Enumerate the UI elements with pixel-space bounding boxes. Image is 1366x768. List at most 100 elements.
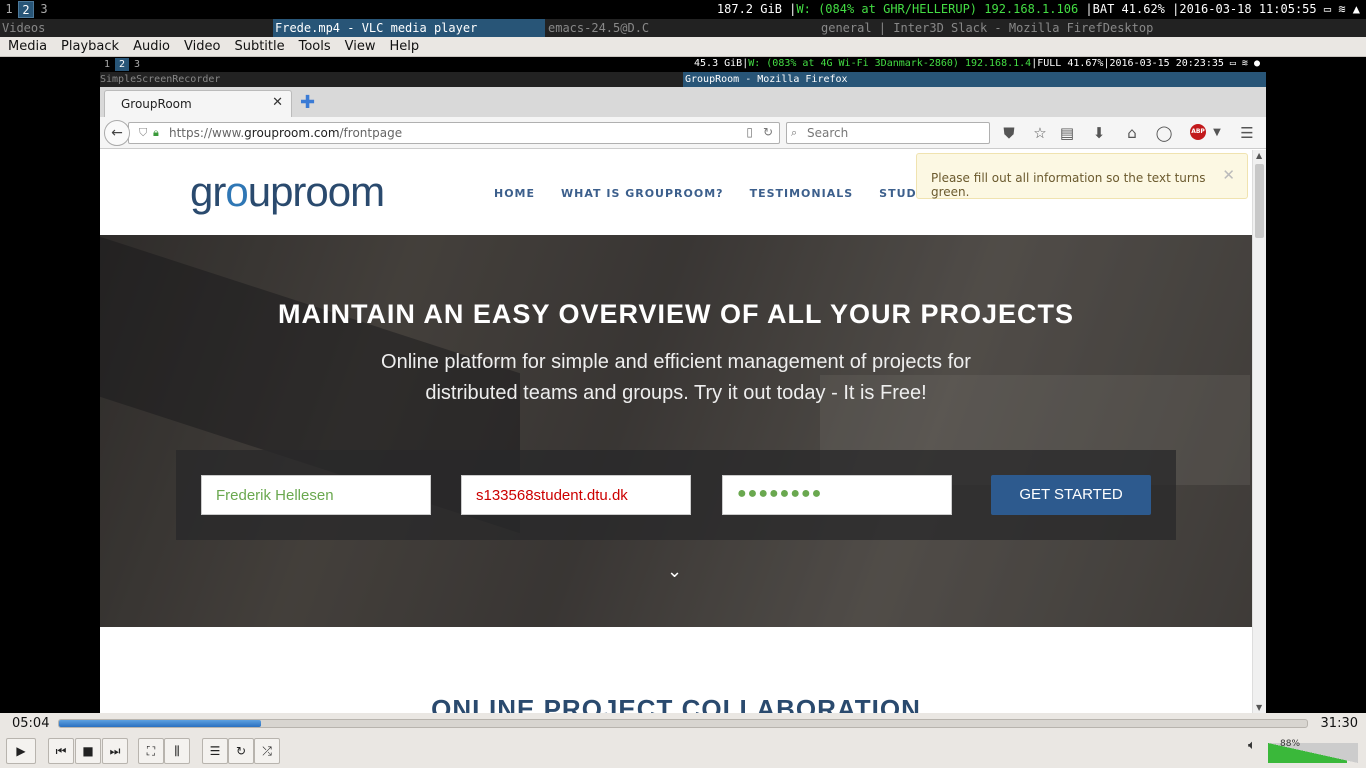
recorded-title-firefox: GroupRoom - Mozilla Firefox <box>683 72 1266 87</box>
title-slack[interactable]: general | Inter3D Slack - Mozilla FirefD… <box>819 19 1366 37</box>
nav-testimonials[interactable]: TESTIMONIALS <box>750 187 854 200</box>
password-field[interactable]: ●●●●●●●● <box>722 475 952 515</box>
tab-grouproom[interactable]: GroupRoom ✕ <box>104 90 292 117</box>
next-icon: ⏭ <box>109 744 121 758</box>
back-button[interactable]: ← <box>104 120 130 146</box>
back-arrow-icon: ← <box>111 125 123 141</box>
nav-toolbar: ⛉ 🔒︎ https://www.grouproom.com/frontpage… <box>100 117 1266 149</box>
system-bar: 1 2 3 187.2 GiB |W: (084% at GHR/HELLERU… <box>0 0 1366 19</box>
menu-help[interactable]: Help <box>382 37 426 56</box>
volume-percent: 88% <box>1280 739 1301 749</box>
menu-media[interactable]: Media <box>0 37 53 56</box>
status-wifi: W: (084% at GHR/HELLERUP) 192.168.1.106 <box>796 2 1079 16</box>
menu-audio[interactable]: Audio <box>125 37 176 56</box>
seek-bar-area: 05:04 31:30 <box>0 713 1366 735</box>
logo-part-3: uproom <box>247 168 385 215</box>
chat-icon[interactable]: ◯ <box>1155 124 1173 142</box>
total-time[interactable]: 31:30 <box>1321 716 1358 731</box>
recorded-status: 45.3 GiB|W: (083% at 4G Wi-Fi 3Danmark-2… <box>694 58 1260 69</box>
menu-tools[interactable]: Tools <box>291 37 337 56</box>
stop-button[interactable]: ■ <box>75 738 101 764</box>
window-titles: Videos Frede.mp4 - VLC media player emac… <box>0 19 1366 37</box>
url-bar[interactable]: ⛉ 🔒︎ https://www.grouproom.com/frontpage… <box>128 122 780 144</box>
speaker-icon[interactable]: 🔈︎ <box>1248 738 1256 753</box>
adblock-icon[interactable]: ABP <box>1190 124 1206 140</box>
reader-view-icon[interactable]: ▯ <box>746 125 753 139</box>
workspace-3[interactable]: 3 <box>36 1 52 18</box>
next-button[interactable]: ⏭ <box>102 738 128 764</box>
title-emacs[interactable]: emacs-24.5@D.C <box>546 19 818 37</box>
player-controls: ▶ ⏮ ■ ⏭ ⛶ ⫼ ☰ ↻ ⤮ 🔈︎ 88% <box>0 735 1366 768</box>
name-field[interactable]: Frederik Hellesen <box>201 475 431 515</box>
hero-section: MAINTAIN AN EASY OVERVIEW OF ALL YOUR PR… <box>100 235 1252 627</box>
recorded-system-bar: 1 2 3 45.3 GiB|W: (083% at 4G Wi-Fi 3Dan… <box>100 57 1266 72</box>
shuffle-button[interactable]: ⤮ <box>254 738 280 764</box>
url-domain: grouproom.com <box>244 126 340 140</box>
previous-icon: ⏮ <box>55 744 67 758</box>
menu-playback[interactable]: Playback <box>53 37 125 56</box>
menu-view[interactable]: View <box>337 37 382 56</box>
shuffle-icon: ⤮ <box>262 744 272 758</box>
close-tab-icon[interactable]: ✕ <box>272 95 283 110</box>
pocket-icon[interactable]: ⛊ <box>1000 124 1018 142</box>
recorded-workspace-3: 3 <box>133 59 141 70</box>
page-scrollbar[interactable]: ▲ ▼ <box>1252 150 1266 713</box>
title-vlc[interactable]: Frede.mp4 - VLC media player <box>273 19 545 37</box>
site-nav: HOMEWHAT IS GROUPROOM?TESTIMONIALSSTUDEN… <box>494 187 984 200</box>
search-icon: ⌕ <box>791 126 798 139</box>
reload-icon[interactable]: ↻ <box>763 125 773 139</box>
download-icon[interactable]: ⬇ <box>1090 124 1108 142</box>
fullscreen-icon: ⛶ <box>146 744 156 758</box>
loop-button[interactable]: ↻ <box>228 738 254 764</box>
logo-part-1: gr <box>190 168 226 215</box>
play-button[interactable]: ▶ <box>6 738 36 764</box>
scroll-up-icon[interactable]: ▲ <box>1256 151 1262 160</box>
extended-settings-button[interactable]: ⫼ <box>164 738 190 764</box>
scroll-down-icon[interactable]: ▼ <box>1256 703 1262 712</box>
scroll-thumb[interactable] <box>1255 164 1264 238</box>
url-text: https://www.grouproom.com/frontpage <box>169 126 402 140</box>
bookmark-star-icon[interactable]: ☆ <box>1031 124 1049 142</box>
seek-slider[interactable] <box>58 719 1308 728</box>
status-battery: BAT 41.62% <box>1092 2 1165 16</box>
section-title: ONLINE PROJECT COLLABORATION <box>431 694 921 713</box>
bookmarks-list-icon[interactable]: ▤ <box>1058 124 1076 142</box>
new-tab-icon[interactable]: ✚ <box>300 92 315 113</box>
site-header: grouproom HOME WHAT IS GROUPROOM? TESTIMON… <box>100 150 1252 235</box>
workspace-2[interactable]: 2 <box>18 1 34 18</box>
home-icon[interactable]: ⌂ <box>1123 124 1141 142</box>
recorded-disk: 45.3 GiB <box>694 58 743 69</box>
playlist-button[interactable]: ☰ <box>202 738 228 764</box>
chevron-down-icon[interactable]: ⌄ <box>667 561 682 582</box>
chevron-down-icon[interactable]: ▼ <box>1208 127 1226 138</box>
logo-part-2: o <box>225 168 248 215</box>
grouproom-logo[interactable]: grouproom <box>190 168 385 216</box>
playlist-icon: ☰ <box>209 744 221 758</box>
toast-message: Please fill out all information so the t… <box>931 171 1206 199</box>
tab-title: GroupRoom <box>121 97 192 111</box>
recorded-wifi: W: (083% at 4G Wi-Fi 3Danmark-2860) 192.… <box>748 58 1032 69</box>
recorded-time: 2016-03-15 20:23:35 <box>1109 58 1224 69</box>
title-videos[interactable]: Videos <box>0 19 272 37</box>
fullscreen-button[interactable]: ⛶ <box>138 738 164 764</box>
menu-subtitle[interactable]: Subtitle <box>226 37 290 56</box>
email-field[interactable]: s133568student.dtu.dk <box>461 475 691 515</box>
workspace-1[interactable]: 1 <box>1 1 17 18</box>
menu-icon[interactable]: ☰ <box>1238 124 1256 142</box>
validation-toast: Please fill out all information so the t… <box>916 153 1248 199</box>
nav-home[interactable]: HOME <box>494 187 535 200</box>
equalizer-icon: ⫼ <box>174 744 180 758</box>
stop-icon: ■ <box>82 744 94 758</box>
previous-button[interactable]: ⏮ <box>48 738 74 764</box>
search-bar[interactable]: ⌕ Search <box>786 122 990 144</box>
nav-what-is[interactable]: WHAT IS GROUPROOM? <box>561 187 724 200</box>
video-frame[interactable]: 1 2 3 45.3 GiB|W: (083% at 4G Wi-Fi 3Dan… <box>0 57 1366 713</box>
shield-icon[interactable]: ⛉ <box>139 126 147 140</box>
play-icon: ▶ <box>16 744 26 758</box>
recorded-title-recorder: SimpleScreenRecorder <box>100 74 221 85</box>
menu-video[interactable]: Video <box>176 37 226 56</box>
get-started-button[interactable]: GET STARTED <box>991 475 1151 515</box>
vlc-menu-bar: Media Playback Audio Video Subtitle Tools View… <box>0 37 1366 57</box>
lock-icon[interactable]: 🔒︎ <box>153 126 159 140</box>
close-icon[interactable]: ✕ <box>1222 166 1235 184</box>
